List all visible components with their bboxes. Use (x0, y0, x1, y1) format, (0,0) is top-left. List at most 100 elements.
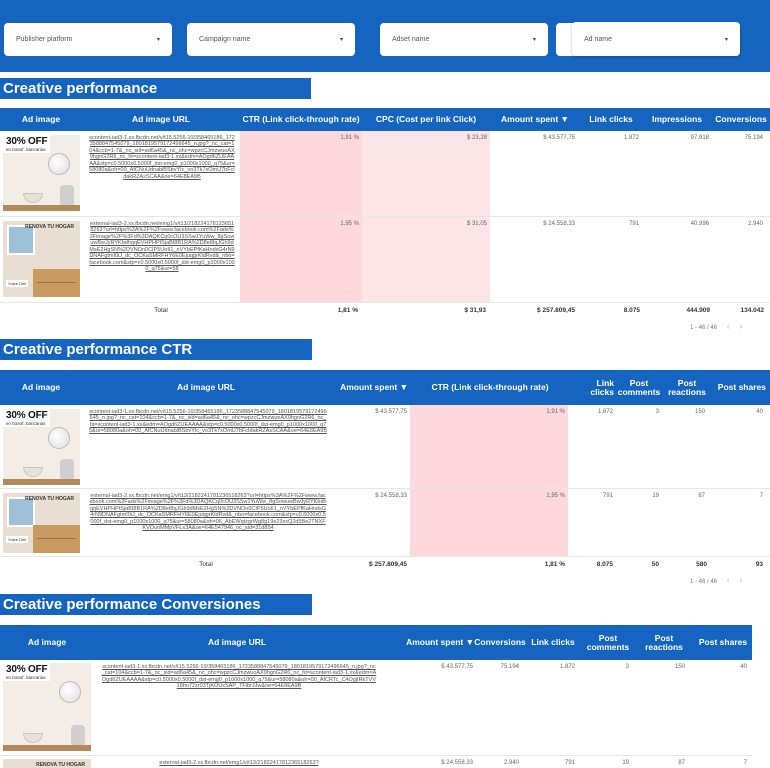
pagination-range: 1 - 46 / 46 (690, 579, 718, 585)
reactions-value: 87 (678, 760, 685, 766)
col-post-shares[interactable]: Post shares (694, 625, 752, 660)
total-ctr: 1,81 % (337, 307, 358, 314)
conversions-value: 2.940 (747, 221, 763, 227)
col-post-shares[interactable]: Post shares (712, 370, 768, 405)
ad-creative-image[interactable]: 30% OFF en transf. bancarias (3, 409, 80, 485)
col-amount-spent[interactable]: Amount spent ▼ (330, 370, 410, 405)
ad-image-url-link[interactable]: external-iad3-2.xx.fbcdn.net/emg1/v/t13/… (86, 217, 238, 302)
creative-offer-subtext: en transf. bancarias (6, 147, 46, 152)
col-post-reactions[interactable]: Post reactions (662, 370, 712, 405)
col-post-reactions[interactable]: Post reactions (634, 625, 694, 660)
cpc-value: $ 23,28 (362, 131, 490, 216)
table-row: RENOVA TU HOGAR Yulee Deb external-iad3-… (0, 489, 770, 557)
col-ad-image[interactable]: Ad image (0, 108, 82, 131)
adset-name-dropdown[interactable]: Adset name ▾ (380, 23, 548, 56)
col-ad-image[interactable]: Ad image (0, 625, 94, 660)
total-clicks: 8.075 (596, 561, 613, 568)
col-ad-image-url[interactable]: Ad image URL (94, 625, 380, 660)
table1-header: Ad image Ad image URL CTR (Link click-th… (0, 108, 770, 131)
total-amount: $ 257.809,45 (537, 307, 575, 314)
col-link-clicks[interactable]: Link clicks (570, 370, 616, 405)
section-title-creative-performance-ctr: Creative performance CTR (0, 339, 312, 360)
chevron-down-icon: ▾ (532, 37, 536, 43)
chevron-right-icon[interactable]: › (739, 575, 742, 585)
creative-brand-text: RENOVA TU HOGAR (36, 762, 85, 768)
chevron-left-icon[interactable]: ‹ (727, 575, 730, 585)
lamp-shape (59, 681, 81, 703)
publisher-platform-dropdown[interactable]: Publisher platform ▾ (4, 23, 172, 56)
ad-image-url-link[interactable]: scontent-iad3-1.xx.fbcdn.net/v/t15.5256-… (86, 131, 238, 216)
chevron-right-icon[interactable]: › (739, 321, 742, 331)
col-link-clicks[interactable]: Link clicks (580, 108, 642, 131)
clicks-value: 1.872 (559, 664, 575, 670)
vase-shape (60, 459, 74, 479)
section-title-creative-performance: Creative performance (0, 78, 311, 99)
chevron-left-icon[interactable]: ‹ (727, 321, 730, 331)
reactions-value: 150 (694, 409, 705, 415)
total-label: Total (154, 307, 168, 314)
amount-value: $ 43.577,75 (543, 135, 575, 141)
total-comments: 50 (651, 561, 659, 568)
shares-value: 40 (756, 409, 763, 415)
ad-creative-image[interactable]: 30% OFF en transf. bancarias (3, 663, 91, 751)
chevron-down-icon: ▾ (156, 37, 160, 43)
col-ctr[interactable]: CTR (Link click-through rate) (240, 108, 362, 131)
total-conversions: 134.042 (740, 307, 765, 314)
col-ad-image-url[interactable]: Ad image URL (82, 370, 330, 405)
chevron-down-icon: ▾ (724, 36, 728, 43)
reactions-value: 150 (674, 664, 685, 670)
ad-image-url-link[interactable]: external-iad3-2.xx.fbcdn.net/emg1/v/t13/… (86, 489, 330, 556)
totals-row: Total 1,81 % $ 31,93 $ 257.809,45 8.075 … (0, 307, 770, 317)
ad-image-url-link[interactable]: scontent-iad3-1.xx.fbcdn.net/v/t15.5256-… (86, 405, 330, 488)
comments-value: 19 (622, 760, 629, 766)
shares-value: 7 (759, 493, 763, 499)
ctr-value: 1,95 % (410, 489, 568, 556)
col-amount-spent[interactable]: Amount spent ▼ (380, 625, 476, 660)
col-impressions[interactable]: Impressions (642, 108, 712, 131)
bowl-shape (23, 193, 43, 203)
col-ad-image[interactable]: Ad image (0, 370, 82, 405)
col-amount-spent[interactable]: Amount spent ▼ (490, 108, 580, 131)
creative-brand-text: RENOVA TU HOGAR (25, 224, 74, 230)
amount-value: $ 24.558,33 (375, 493, 407, 499)
creative-badge: 30% OFF en transf. bancarias (3, 409, 51, 427)
ctr-value: 1,91 % (240, 131, 362, 216)
ad-creative-image[interactable]: RENOVA TU HOGAR (3, 759, 91, 768)
vase-shape (71, 725, 85, 745)
ad-name-dropdown[interactable]: Ad name ▾ (572, 22, 740, 56)
col-conversions[interactable]: Conversions (474, 625, 526, 660)
drawer-shape (33, 269, 80, 297)
col-ad-image-url[interactable]: Ad image URL (82, 108, 240, 131)
col-link-clicks[interactable]: Link clicks (524, 625, 582, 660)
ad-creative-image[interactable]: 30% OFF en transf. bancarias (3, 135, 80, 211)
creative-offer-text: 30% OFF (6, 410, 48, 421)
table-row: 30% OFF en transf. bancarias scontent-ia… (0, 405, 770, 489)
col-post-comments[interactable]: Post comments (582, 625, 634, 660)
comments-value: 3 (655, 409, 659, 415)
totals-row: Total $ 257.809,45 1,81 % 8.075 50 580 9… (0, 561, 770, 571)
campaign-name-dropdown[interactable]: Campaign name ▾ (187, 23, 355, 56)
clicks-value: 1.872 (623, 135, 639, 141)
ad-image-url-link[interactable]: external-iad3-2.xx.fbcdn.net/emg1/v/t13/… (98, 756, 380, 768)
creative-badge: 30% OFF en transf. bancarias (3, 135, 51, 153)
pagination: 1 - 46 / 46 ‹ › (690, 575, 742, 585)
lamp-shape (48, 427, 70, 449)
col-ctr[interactable]: CTR (Link click-through rate) (410, 370, 570, 405)
col-conversions[interactable]: Conversions (712, 108, 770, 131)
filter-bar: Publisher platform ▾ Campaign name ▾ Ads… (0, 0, 770, 72)
comments-value: 3 (625, 664, 629, 670)
cpc-value: $ 31,05 (362, 217, 490, 302)
shelf-shape (3, 205, 80, 211)
table2-header: Ad image Ad image URL Amount spent ▼ CTR… (0, 370, 770, 405)
col-post-comments[interactable]: Post comments (616, 370, 662, 405)
col-cpc[interactable]: CPC (Cost per link Click) (362, 108, 490, 131)
creative-tag-text: Yulee Deb (6, 536, 29, 543)
lamp-shape (48, 153, 70, 175)
ad-creative-image[interactable]: RENOVA TU HOGAR Yulee Deb (3, 493, 80, 553)
ad-image-url-link[interactable]: scontent-iad3-1.xx.fbcdn.net/v/t15.5256-… (98, 660, 380, 755)
total-impressions: 444.909 (686, 307, 711, 314)
ctr-value: 1,95 % (240, 217, 362, 302)
creative-offer-text: 30% OFF (6, 664, 48, 675)
shelf-shape (3, 479, 80, 485)
ad-creative-image[interactable]: RENOVA TU HOGAR Yulee Deb (3, 221, 80, 297)
